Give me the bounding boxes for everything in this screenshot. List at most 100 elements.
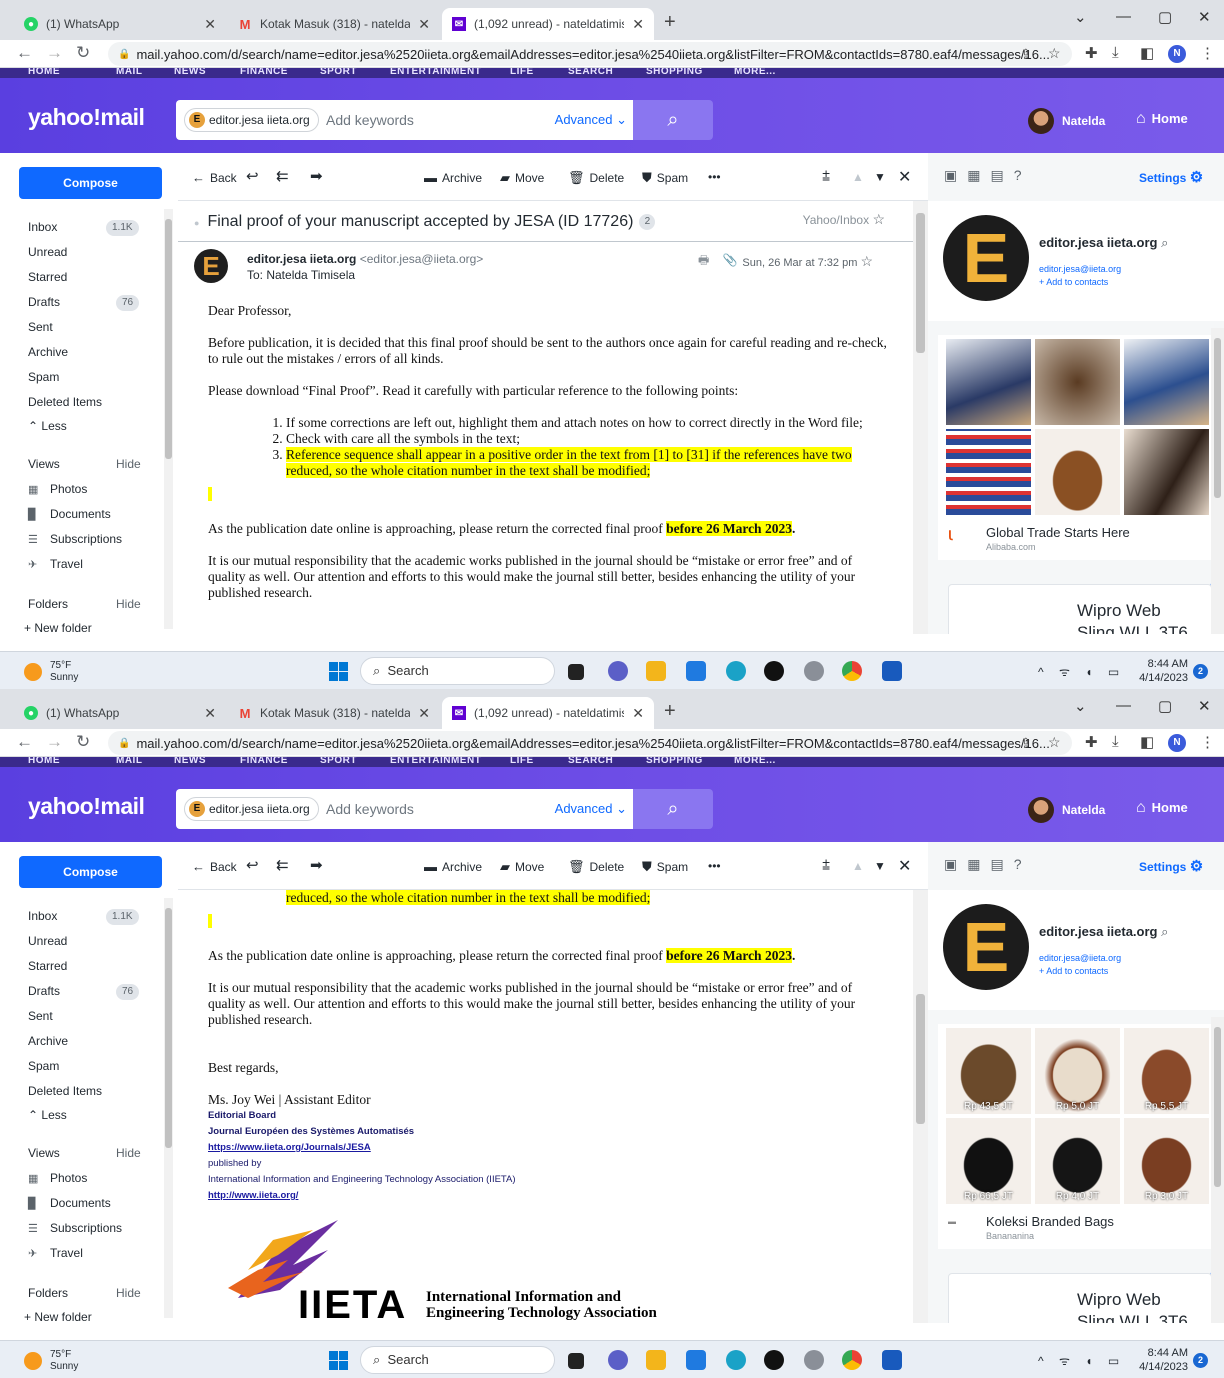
strip-finance[interactable]: FINANCE: [240, 757, 288, 766]
previous-icon[interactable]: ▲: [852, 859, 864, 873]
strip-sport[interactable]: SPORT: [320, 68, 357, 77]
keywords-input[interactable]: Add keywords: [326, 801, 414, 817]
tiktok-icon[interactable]: [764, 661, 784, 681]
contact-avatar[interactable]: E: [943, 904, 1029, 990]
word-icon[interactable]: [882, 1350, 902, 1370]
sidebar-item-less[interactable]: ⌃ Less: [28, 1108, 67, 1122]
download-icon[interactable]: ⤓: [1112, 44, 1119, 61]
mail-icon[interactable]: [686, 661, 706, 681]
close-message-icon[interactable]: ✕: [898, 167, 911, 187]
minimize-icon[interactable]: —: [1116, 8, 1131, 25]
close-message-icon[interactable]: ✕: [898, 856, 911, 876]
yahoo-mail-logo[interactable]: yahoo!mail: [28, 104, 145, 131]
ad-wipro[interactable]: Wipro Web Sling WLL 3T6: [948, 584, 1212, 634]
forward-icon[interactable]: ➡: [310, 856, 323, 874]
sidebar-item-less[interactable]: ⌃ Less: [28, 419, 67, 433]
forward-icon[interactable]: ➡: [310, 167, 323, 185]
strip-home[interactable]: HOME: [28, 68, 60, 77]
move-button[interactable]: ▰ Move: [500, 859, 544, 875]
compose-button[interactable]: Compose: [19, 167, 162, 199]
close-window-icon[interactable]: ✕: [1198, 697, 1211, 715]
star-icon[interactable]: ☆: [1048, 734, 1061, 751]
message-scrollbar[interactable]: [913, 201, 928, 634]
strip-news[interactable]: NEWS: [174, 757, 206, 766]
edge-icon[interactable]: [726, 661, 746, 681]
tab-search-icon[interactable]: ⌄: [1074, 8, 1087, 26]
strip-shopping[interactable]: SHOPPING: [646, 757, 703, 766]
clock[interactable]: 8:44 AM 4/14/2023: [1138, 657, 1188, 685]
reply-all-icon[interactable]: ⇇: [276, 167, 289, 185]
more-button[interactable]: •••: [708, 170, 721, 184]
sender-avatar[interactable]: E: [194, 249, 228, 283]
settings-gear-icon[interactable]: [804, 1350, 824, 1370]
settings-link[interactable]: Settings ⚙: [1139, 168, 1203, 186]
taskbar-search[interactable]: ⌕ Search: [360, 1346, 555, 1374]
views-hide-link[interactable]: Hide: [116, 1146, 141, 1160]
strip-mail[interactable]: MAIL: [116, 757, 142, 766]
chrome-icon[interactable]: [842, 661, 862, 681]
sidebar-item-photos[interactable]: ▦ Photos: [28, 1171, 87, 1185]
windows-start-icon[interactable]: [329, 1351, 348, 1370]
advanced-dropdown[interactable]: Advanced ⌄: [555, 112, 627, 128]
tab-search-icon[interactable]: ⌄: [1074, 697, 1087, 715]
weather-widget[interactable]: 75°F Sunny: [24, 1349, 78, 1373]
sidebar-item-sent[interactable]: Sent: [28, 1009, 53, 1023]
back-arrow-icon[interactable]: ←: [16, 43, 33, 63]
settings-link[interactable]: Settings ⚙: [1139, 857, 1203, 875]
url-field[interactable]: 🔒 mail.yahoo.com/d/search/name=editor.jes…: [108, 42, 1072, 66]
reload-icon[interactable]: ↻: [76, 43, 90, 63]
compose-button[interactable]: Compose: [19, 856, 162, 888]
restore-icon[interactable]: ▢: [1158, 697, 1172, 715]
sidepanel-icon[interactable]: ◧: [1140, 733, 1154, 751]
strip-home[interactable]: HOME: [28, 757, 60, 766]
add-to-contacts-link[interactable]: + Add to contacts: [1039, 966, 1108, 976]
strip-life[interactable]: LIFE: [510, 757, 534, 766]
next-icon[interactable]: ▼: [874, 170, 886, 184]
close-tab-icon[interactable]: ✕: [204, 16, 216, 33]
new-folder-link[interactable]: + New folder: [24, 621, 92, 634]
iieta-link[interactable]: http://www.iieta.org/: [208, 1190, 298, 1201]
sidebar-item-travel[interactable]: ✈ Travel: [28, 1246, 83, 1260]
tab-whatsapp[interactable]: ● (1) WhatsApp ✕: [14, 697, 226, 729]
search-chip[interactable]: Eeditor.jesa iieta.org: [184, 797, 319, 821]
chrome-icon[interactable]: [842, 1350, 862, 1370]
back-button[interactable]: ← Back: [192, 170, 237, 185]
file-explorer-icon[interactable]: [646, 1350, 666, 1370]
strip-sport[interactable]: SPORT: [320, 757, 357, 766]
spam-button[interactable]: ⛊ Spam: [642, 170, 688, 186]
strip-shopping[interactable]: SHOPPING: [646, 68, 703, 77]
collapse-icon[interactable]: ⩲: [822, 857, 830, 874]
close-tab-icon[interactable]: ✕: [204, 705, 216, 722]
strip-finance[interactable]: FINANCE: [240, 68, 288, 77]
weather-widget[interactable]: 75°F Sunny: [24, 660, 78, 684]
sidebar-item-starred[interactable]: Starred: [28, 959, 67, 973]
folders-hide-link[interactable]: Hide: [116, 597, 141, 611]
teams-icon[interactable]: [608, 1350, 628, 1370]
reply-icon[interactable]: ↩: [246, 856, 259, 874]
back-arrow-icon[interactable]: ←: [16, 732, 33, 752]
star-icon[interactable]: ☆: [1048, 45, 1061, 62]
keywords-input[interactable]: Add keywords: [326, 112, 414, 128]
close-tab-icon[interactable]: ✕: [632, 16, 644, 33]
sidebar-scrollbar[interactable]: [164, 898, 173, 1318]
right-panel-scrollbar[interactable]: [1211, 328, 1224, 634]
right-panel-icons[interactable]: ▣▦▤?: [944, 856, 1032, 873]
sidebar-item-subscriptions[interactable]: ☰ Subscriptions: [28, 532, 122, 546]
contact-name[interactable]: editor.jesa iieta.org ⌕: [1039, 235, 1168, 251]
taskbar-search[interactable]: ⌕ Search: [360, 657, 555, 685]
sidebar-item-inbox[interactable]: Inbox: [28, 909, 57, 923]
reply-icon[interactable]: ↩: [246, 167, 259, 185]
advanced-dropdown[interactable]: Advanced ⌄: [555, 801, 627, 817]
user-menu[interactable]: Natelda: [1028, 797, 1105, 823]
home-button[interactable]: ⌂ Home: [1136, 799, 1188, 817]
print-icon[interactable]: 🖶: [698, 253, 709, 267]
sidebar-item-subscriptions[interactable]: ☰ Subscriptions: [28, 1221, 122, 1235]
share-icon[interactable]: ⇪: [1020, 735, 1032, 752]
more-button[interactable]: •••: [708, 859, 721, 873]
user-menu[interactable]: Natelda: [1028, 108, 1105, 134]
tiktok-icon[interactable]: [764, 1350, 784, 1370]
sidebar-item-starred[interactable]: Starred: [28, 270, 67, 284]
strip-entertainment[interactable]: ENTERTAINMENT: [390, 757, 481, 766]
notification-badge[interactable]: 2: [1193, 1353, 1208, 1368]
profile-avatar[interactable]: N: [1168, 734, 1186, 752]
